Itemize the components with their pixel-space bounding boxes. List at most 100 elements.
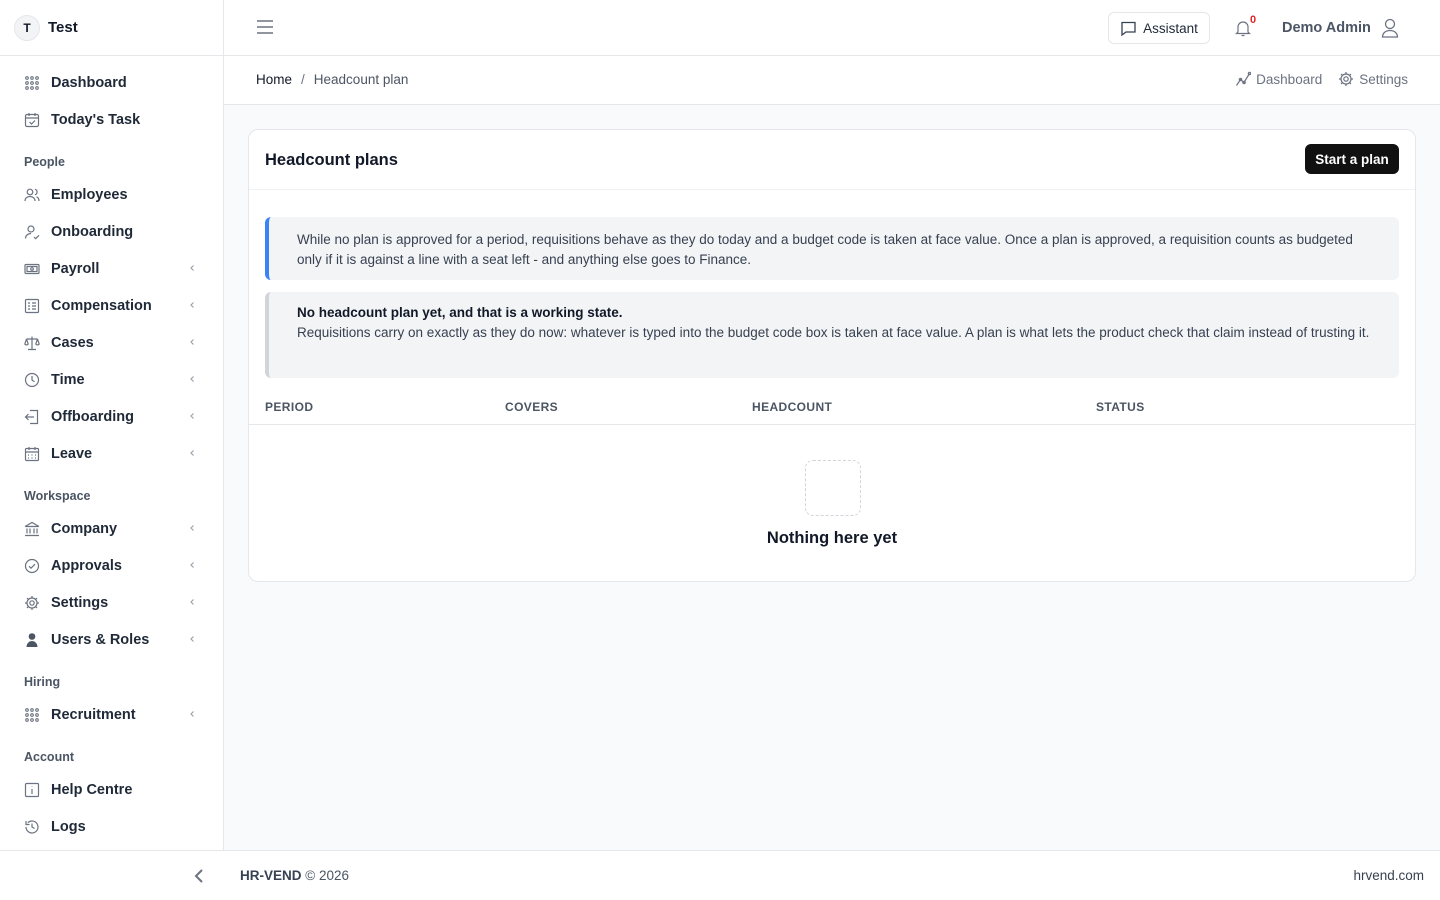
sidebar-item-label: Employees (51, 186, 128, 203)
sidebar-section-people: People (24, 155, 65, 169)
card-header: Headcount plans Start a plan (249, 130, 1415, 190)
breadcrumb-home-link[interactable]: Home (256, 72, 292, 87)
cash-icon (24, 261, 40, 277)
assistant-label: Assistant (1143, 20, 1198, 36)
gear-icon (24, 595, 40, 611)
sidebar-item-logs[interactable]: Logs (0, 808, 223, 845)
sidebar-item-time[interactable]: Time (0, 361, 223, 398)
sidebar-item-label: Approvals (51, 557, 122, 574)
sidebar-item-label: Time (51, 371, 85, 388)
hamburger-menu-icon[interactable] (256, 19, 274, 35)
info-notice: While no plan is approved for a period, … (265, 217, 1399, 280)
quick-link-dashboard[interactable]: Dashboard (1235, 71, 1322, 87)
state-notice: No headcount plan yet, and that is a wor… (265, 292, 1399, 378)
scale-icon (24, 335, 40, 351)
sidebar-item-employees[interactable]: Employees (0, 176, 223, 213)
sidebar-item-label: Payroll (51, 260, 100, 277)
chevron-left-icon[interactable] (193, 868, 205, 884)
quick-links: Dashboard Settings (1235, 71, 1408, 87)
brand[interactable]: T Test (0, 0, 223, 56)
circle-check-icon (24, 558, 40, 574)
breadcrumb-separator: / (301, 72, 305, 87)
quick-link-label: Settings (1359, 71, 1408, 87)
sidebar-item-label: Onboarding (51, 223, 134, 240)
sidebar-section-workspace: Workspace (24, 489, 91, 503)
clock-icon (24, 372, 40, 388)
chevron-left-icon (190, 376, 194, 382)
sidebar-item-users-roles[interactable]: Users & Roles (0, 621, 223, 658)
sidebar-item-label: Compensation (51, 297, 152, 314)
sidebar-item-compensation[interactable]: Compensation (0, 287, 223, 324)
sidebar-item-label: Dashboard (51, 74, 127, 91)
quick-link-label: Dashboard (1256, 71, 1323, 87)
sidebar-item-leave[interactable]: Leave (0, 435, 223, 472)
users-icon (24, 187, 40, 203)
user-check-icon (24, 224, 40, 240)
sidebar-item-label: Users & Roles (51, 631, 150, 648)
sidebar-item-label: Cases (51, 334, 94, 351)
sidebar: T Test Dashboard Today's Task People Emp… (0, 0, 224, 850)
sidebar-item-label: Offboarding (51, 408, 134, 425)
footer-brand: HR-VEND (240, 868, 302, 883)
chevron-left-icon (190, 339, 194, 345)
chevron-left-icon (190, 562, 194, 568)
sidebar-item-label: Settings (51, 594, 109, 611)
grid-dots-icon (24, 75, 40, 91)
footer-site-link[interactable]: hrvend.com (1353, 868, 1424, 883)
sidebar-section-hiring: Hiring (24, 675, 61, 689)
sidebar-item-onboarding[interactable]: Onboarding (0, 213, 223, 250)
logout-icon (24, 409, 40, 425)
sidebar-section-account: Account (24, 750, 74, 764)
grid-dots-icon (24, 707, 40, 723)
sidebar-item-recruitment[interactable]: Recruitment (0, 696, 223, 733)
column-header-status[interactable]: STATUS (1096, 400, 1145, 414)
user-icon[interactable] (1381, 18, 1399, 38)
empty-state-text: Nothing here yet (766, 529, 898, 547)
chevron-left-icon (190, 711, 194, 717)
footer: HR-VEND © 2026 hrvend.com (0, 850, 1440, 900)
sidebar-nav: Dashboard Today's Task People Employees … (0, 56, 223, 845)
sidebar-item-label: Company (51, 520, 118, 537)
card-title: Headcount plans (265, 151, 398, 169)
chart-line-icon (1236, 71, 1252, 86)
start-plan-button[interactable]: Start a plan (1305, 144, 1399, 174)
brand-avatar: T (14, 14, 40, 41)
sidebar-item-approvals[interactable]: Approvals (0, 547, 223, 584)
chevron-left-icon (190, 599, 194, 605)
sidebar-item-cases[interactable]: Cases (0, 324, 223, 361)
breadcrumb: Home / Headcount plan (256, 72, 408, 87)
copyright: HR-VEND © 2026 (240, 868, 349, 883)
list-details-icon (24, 298, 40, 314)
sidebar-item-help-centre[interactable]: Help Centre (0, 771, 223, 808)
chevron-left-icon (190, 413, 194, 419)
info-notice-text: While no plan is approved for a period, … (297, 232, 1353, 267)
quick-link-settings[interactable]: Settings (1338, 71, 1408, 87)
column-header-headcount[interactable]: HEADCOUNT (752, 400, 832, 414)
user-name[interactable]: Demo Admin (1282, 20, 1371, 36)
state-notice-title: No headcount plan yet, and that is a wor… (297, 305, 623, 320)
brand-name: Test (48, 19, 78, 36)
assistant-button[interactable]: Assistant (1108, 12, 1210, 44)
chevron-left-icon (190, 525, 194, 531)
column-header-period[interactable]: PERIOD (265, 400, 313, 414)
breadcrumb-current: Headcount plan (313, 72, 409, 87)
sidebar-item-offboarding[interactable]: Offboarding (0, 398, 223, 435)
chevron-left-icon (190, 450, 194, 456)
sidebar-item-label: Help Centre (51, 781, 133, 798)
user-shield-icon (24, 632, 40, 648)
sidebar-item-settings[interactable]: Settings (0, 584, 223, 621)
chevron-left-icon (190, 302, 194, 308)
gear-icon (1339, 72, 1354, 86)
footer-copyright: © 2026 (305, 868, 350, 883)
calendar-check-icon (24, 112, 40, 128)
chevron-left-icon (190, 265, 194, 271)
column-header-covers[interactable]: COVERS (505, 400, 558, 414)
sidebar-item-todays-task[interactable]: Today's Task (0, 101, 223, 138)
building-bank-icon (24, 521, 40, 537)
history-icon (24, 819, 40, 835)
sidebar-item-company[interactable]: Company (0, 510, 223, 547)
top-bar: Assistant 0 Demo Admin (224, 0, 1440, 56)
sidebar-item-dashboard[interactable]: Dashboard (0, 64, 223, 101)
sidebar-item-payroll[interactable]: Payroll (0, 250, 223, 287)
breadcrumb-bar: Home / Headcount plan Dashboard Settings (224, 56, 1440, 105)
